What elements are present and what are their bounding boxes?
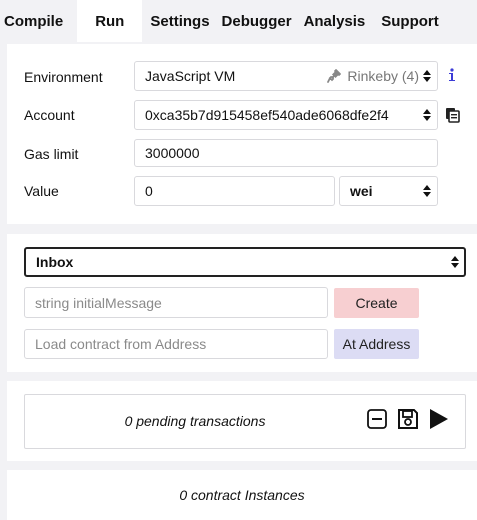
run-settings-panel: Environment JavaScript VM Rinkeby (4) Ac…	[7, 44, 477, 224]
create-button[interactable]: Create	[334, 288, 419, 318]
environment-network-label: Rinkeby (4)	[347, 68, 419, 84]
value-input[interactable]: 0	[134, 176, 335, 206]
tab-run[interactable]: Run	[77, 0, 143, 42]
environment-network: Rinkeby (4)	[327, 62, 419, 90]
value-unit: wei	[350, 183, 373, 199]
tab-settings[interactable]: Settings	[142, 0, 215, 42]
tab-analysis[interactable]: Analysis	[298, 0, 372, 42]
chevron-updown-icon	[451, 255, 459, 269]
transactions-panel: 0 pending transactions	[7, 381, 477, 461]
gas-limit-input[interactable]: 3000000	[134, 139, 438, 167]
environment-select[interactable]: JavaScript VM Rinkeby (4)	[134, 61, 438, 91]
contract-panel: Inbox string initialMessage Create Load …	[7, 234, 477, 372]
gas-limit-value: 3000000	[145, 145, 200, 161]
contract-selected: Inbox	[36, 254, 74, 270]
contract-address-input[interactable]: Load contract from Address	[24, 329, 328, 359]
clear-icon[interactable]	[367, 409, 387, 432]
pending-transactions-box: 0 pending transactions	[24, 394, 466, 449]
tab-support[interactable]: Support	[371, 0, 445, 42]
chevron-updown-icon	[423, 69, 431, 83]
tab-compile[interactable]: Compile	[0, 0, 77, 42]
info-icon[interactable]	[447, 68, 457, 85]
contract-address-placeholder: Load contract from Address	[35, 336, 207, 352]
account-label: Account	[24, 107, 75, 123]
contract-instances-text: 0 contract Instances	[179, 487, 305, 503]
at-address-button[interactable]: At Address	[334, 329, 419, 359]
chevron-updown-icon	[423, 184, 431, 198]
environment-label: Environment	[24, 69, 103, 85]
save-icon[interactable]	[397, 408, 419, 433]
value-unit-select[interactable]: wei	[339, 176, 438, 206]
constructor-args-placeholder: string initialMessage	[35, 294, 162, 311]
environment-value: JavaScript VM	[145, 68, 236, 84]
value-label: Value	[24, 183, 59, 199]
plug-icon	[327, 69, 342, 83]
constructor-args-input[interactable]: string initialMessage	[24, 287, 328, 318]
gas-limit-label: Gas limit	[24, 146, 79, 162]
copy-icon[interactable]	[445, 107, 460, 126]
tab-bar: Compile Run Settings Debugger Analysis S…	[0, 0, 477, 42]
value-amount: 0	[145, 183, 153, 199]
chevron-updown-icon	[423, 108, 431, 122]
account-value: 0xca35b7d915458ef540ade6068dfe2f4	[145, 107, 389, 123]
account-select[interactable]: 0xca35b7d915458ef540ade6068dfe2f4	[134, 100, 438, 130]
instances-panel: 0 contract Instances	[7, 470, 477, 520]
pending-transactions-text: 0 pending transactions	[124, 413, 266, 429]
contract-select[interactable]: Inbox	[24, 247, 466, 277]
play-icon[interactable]	[429, 408, 449, 433]
tab-debugger[interactable]: Debugger	[216, 0, 298, 42]
